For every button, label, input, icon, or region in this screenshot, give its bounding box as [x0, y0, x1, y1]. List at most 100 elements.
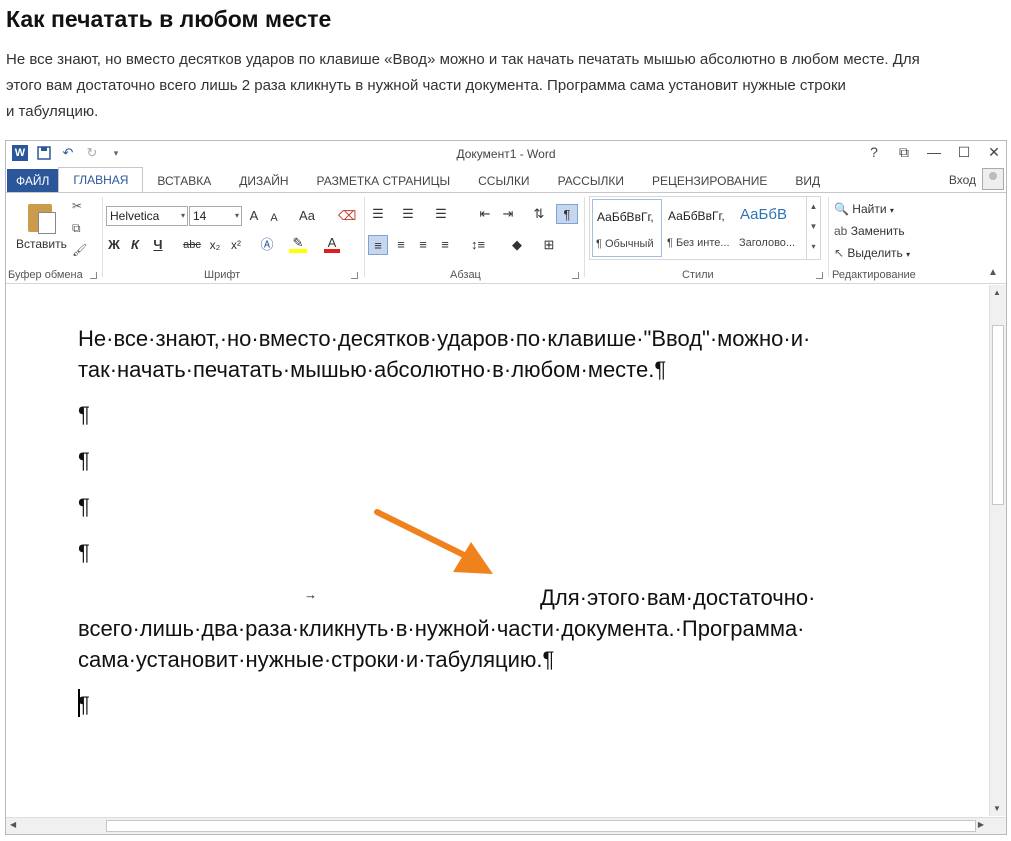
copy-icon[interactable]: ⧉ — [72, 221, 81, 236]
empty-paragraph-mark: ¶ — [78, 402, 90, 427]
doc-paragraph-line: Не·все·знают,·но·вместо·десятков·ударов·… — [78, 326, 811, 351]
shading-icon[interactable]: ◆ — [506, 235, 528, 255]
paste-label: Вставить — [16, 237, 67, 251]
change-case-button[interactable]: Aa — [296, 206, 318, 226]
select-icon: ↖ — [834, 246, 845, 260]
select-button[interactable]: ↖ Выделить ▾ — [834, 246, 910, 260]
styles-gallery: АаБбВвГг, ¶ Обычный АаБбВвГг, ¶ Без инте… — [589, 196, 807, 260]
styles-launcher-icon[interactable] — [816, 272, 823, 279]
increase-indent-icon[interactable]: ⇥ — [499, 204, 517, 224]
empty-paragraph-mark: ¶ — [78, 540, 90, 565]
ribbon-display-icon[interactable]: ⧉ — [896, 144, 912, 161]
tab-file[interactable]: ФАЙЛ — [7, 169, 59, 193]
font-launcher-icon[interactable] — [351, 272, 358, 279]
avatar[interactable] — [982, 168, 1004, 190]
text-effects-icon[interactable]: Ⓐ — [259, 235, 275, 255]
tab-references[interactable]: ССЫЛКИ — [464, 169, 543, 193]
italic-button[interactable]: К — [128, 235, 142, 255]
select-label: Выделить — [847, 246, 903, 260]
empty-paragraph-mark: ¶ — [78, 448, 90, 473]
multilevel-list-icon[interactable]: ☰ — [432, 204, 450, 224]
styles-up-icon[interactable]: ▲ — [807, 197, 820, 217]
font-size-select[interactable]: 14 ▾ — [189, 206, 242, 226]
format-painter-icon[interactable]: 🖌 — [72, 243, 87, 257]
doc-paragraph-line: всего·лишь·два·раза·кликнуть·в·нужной·ча… — [78, 616, 805, 641]
article-line: этого вам достаточно всего лишь 2 раза к… — [6, 77, 846, 94]
paragraph-group-label: Абзац — [450, 269, 481, 281]
styles-more-icon[interactable]: ▾ — [807, 237, 820, 257]
shrink-font-button[interactable]: A — [268, 208, 280, 228]
vertical-scrollbar[interactable]: ▲ ▼ — [989, 285, 1006, 816]
tab-review[interactable]: РЕЦЕНЗИРОВАНИЕ — [638, 169, 781, 193]
tab-page-layout[interactable]: РАЗМЕТКА СТРАНИЦЫ — [303, 169, 465, 193]
tab-insert[interactable]: ВСТАВКА — [143, 169, 225, 193]
style-sample: АаБбВвГг, — [668, 209, 725, 223]
font-name-value: Helvetica — [110, 209, 160, 223]
sign-in-link[interactable]: Вход — [949, 173, 976, 187]
window-controls: ? ⧉ — ☐ ✕ — [866, 144, 1002, 161]
bullets-icon[interactable]: ☰ — [369, 204, 387, 224]
minimize-icon[interactable]: — — [926, 144, 942, 161]
font-size-value: 14 — [193, 209, 207, 223]
horizontal-scrollbar[interactable]: ◀ ▶ — [6, 817, 1006, 834]
font-name-select[interactable]: Helvetica ▾ — [106, 206, 188, 226]
styles-group-label: Стили — [682, 269, 714, 281]
style-name: ¶ Обычный — [596, 238, 654, 250]
clipboard-launcher-icon[interactable] — [90, 272, 97, 279]
help-icon[interactable]: ? — [866, 144, 882, 161]
replace-button[interactable]: ab Заменить — [834, 224, 905, 238]
grow-font-button[interactable]: A — [247, 206, 261, 226]
styles-down-icon[interactable]: ▼ — [807, 217, 820, 237]
font-group-label: Шрифт — [204, 269, 241, 281]
doc-paragraph-line: сама·установит·нужные·строки·и·табуляцию… — [78, 647, 555, 672]
clipboard-group-label: Буфер обмена — [8, 269, 83, 281]
close-icon[interactable]: ✕ — [986, 144, 1002, 161]
font-color-icon[interactable]: A — [324, 235, 340, 253]
underline-button[interactable]: Ч — [151, 235, 165, 255]
show-marks-button[interactable]: ¶ — [556, 204, 578, 224]
borders-icon[interactable]: ⊞ — [538, 235, 560, 255]
cut-icon[interactable]: ✂ — [72, 199, 82, 213]
style-name: Заголово... — [739, 237, 796, 249]
strikethrough-button[interactable]: abc — [182, 235, 202, 255]
tab-arrow-mark: → — [304, 587, 317, 602]
tab-view[interactable]: ВИД — [781, 169, 834, 193]
article-text: Не все знают, но вместо десятков ударов … — [6, 47, 1006, 125]
article-title: Как печатать в любом месте — [6, 6, 332, 32]
highlight-color-icon[interactable]: ✎ — [289, 235, 307, 253]
find-button[interactable]: 🔍 Найти ▾ — [834, 202, 894, 216]
find-label: Найти — [852, 202, 887, 216]
bold-button[interactable]: Ж — [107, 235, 121, 255]
justify-icon[interactable]: ≡ — [436, 235, 454, 255]
sort-icon[interactable]: ⇅ — [530, 204, 548, 224]
style-heading[interactable]: АаБбВ Заголово... — [736, 199, 806, 257]
scroll-down-icon[interactable]: ▼ — [993, 804, 1001, 813]
tab-mailings[interactable]: РАССЫЛКИ — [544, 169, 638, 193]
scroll-left-icon[interactable]: ◀ — [10, 820, 16, 829]
collapse-ribbon-icon[interactable]: ▲ — [988, 267, 998, 278]
window-title: Документ1 - Word — [456, 147, 556, 161]
clear-formatting-icon[interactable]: ⌫ — [338, 206, 356, 226]
subscript-button[interactable]: x₂ — [207, 235, 223, 255]
hscroll-thumb[interactable] — [106, 820, 976, 832]
replace-icon: ab — [834, 224, 848, 238]
paragraph-launcher-icon[interactable] — [572, 272, 579, 279]
scroll-up-icon[interactable]: ▲ — [993, 288, 1001, 297]
paste-icon — [28, 200, 56, 234]
tab-design[interactable]: ДИЗАЙН — [225, 169, 302, 193]
superscript-button[interactable]: x² — [228, 235, 244, 255]
maximize-icon[interactable]: ☐ — [956, 144, 972, 161]
replace-label: Заменить — [850, 224, 905, 238]
align-center-icon[interactable]: ≡ — [392, 235, 410, 255]
style-no-spacing[interactable]: АаБбВвГг, ¶ Без инте... — [664, 199, 734, 257]
decrease-indent-icon[interactable]: ⇤ — [476, 204, 494, 224]
scroll-right-icon[interactable]: ▶ — [978, 820, 984, 829]
styles-scroll[interactable]: ▲ ▼ ▾ — [807, 196, 821, 260]
style-normal[interactable]: АаБбВвГг, ¶ Обычный — [592, 199, 662, 257]
scroll-thumb[interactable] — [992, 325, 1004, 505]
tab-home[interactable]: ГЛАВНАЯ — [58, 167, 144, 193]
numbering-icon[interactable]: ☰ — [399, 204, 417, 224]
line-spacing-icon[interactable]: ↕≡ — [466, 235, 490, 255]
align-right-icon[interactable]: ≡ — [414, 235, 432, 255]
align-left-icon[interactable]: ≡ — [368, 235, 388, 255]
